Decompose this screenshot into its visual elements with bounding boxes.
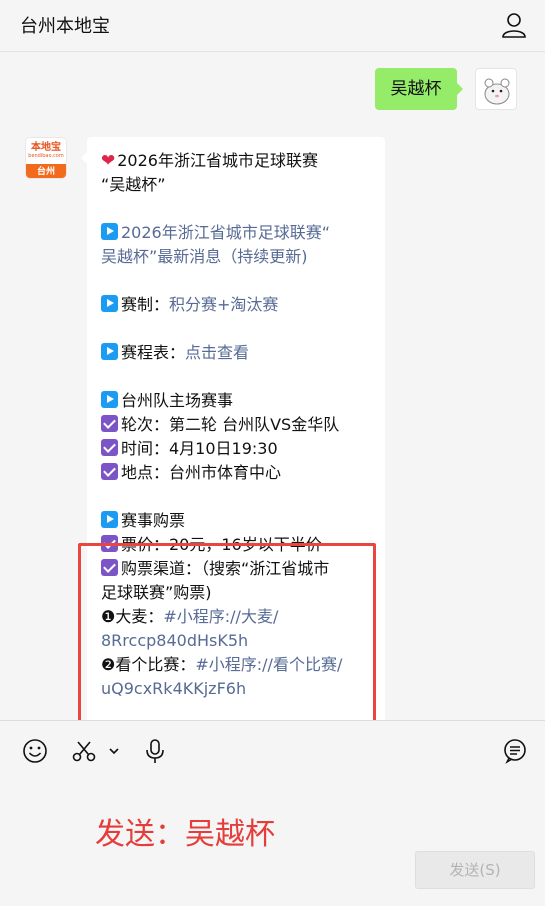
channel-row: 购票渠道：（搜索“浙江省城市 xyxy=(101,557,373,581)
chat-title: 台州本地宝 xyxy=(20,16,110,37)
home-match-title: 台州队主场赛事 xyxy=(101,389,373,413)
play-icon xyxy=(101,391,118,408)
format-row: 赛制：积分赛+淘汰赛 xyxy=(101,293,373,317)
bot-avatar-city: 台州 xyxy=(26,164,66,178)
bot-logo-subtext: bendibao.com xyxy=(28,153,64,159)
kgbs-link[interactable]: #小程序://看个比赛/ xyxy=(195,655,342,674)
message-title-line2: “吴越杯” xyxy=(101,175,166,194)
time-row: 时间：4月10日19:30 xyxy=(101,437,373,461)
ticket-title: 赛事购票 xyxy=(101,509,373,533)
check-icon xyxy=(101,439,118,456)
user-message-bubble[interactable]: 吴越杯 xyxy=(375,68,463,110)
check-icon xyxy=(101,535,118,552)
check-icon xyxy=(101,463,118,480)
message-title: ❤ 2026年浙江省城市足球联赛 xyxy=(101,151,318,171)
user-avatar[interactable] xyxy=(475,68,517,110)
check-icon xyxy=(101,415,118,432)
play-icon xyxy=(101,511,118,528)
format-link[interactable]: 积分赛+淘汰赛 xyxy=(169,295,278,314)
hamster-avatar-icon xyxy=(484,78,510,105)
bot-avatar[interactable]: 本地宝 bendibao.com 台州 xyxy=(25,137,67,179)
play-icon xyxy=(101,223,118,240)
input-panel: 发送：吴越杯 发送(S) xyxy=(0,720,545,906)
schedule-link[interactable]: 点击查看 xyxy=(185,343,249,362)
chat-header: 台州本地宝 xyxy=(0,0,545,52)
scissors-icon[interactable] xyxy=(70,737,98,765)
chat-history-icon[interactable] xyxy=(501,737,529,765)
venue-row: 地点：台州市体育中心 xyxy=(101,461,373,485)
damai-row: ❶大麦：#小程序://大麦/ xyxy=(101,607,279,626)
news-link-line2[interactable]: 吴越杯”最新消息（持续更新) xyxy=(101,245,373,269)
play-icon xyxy=(101,295,118,312)
emoji-icon[interactable] xyxy=(21,737,49,765)
profile-icon[interactable] xyxy=(499,10,529,40)
price-row: 票价：20元，16岁以下半价 xyxy=(101,533,373,557)
damai-link-line2[interactable]: 8Rrccp840dHsK5h xyxy=(101,629,373,653)
kgbs-link-line2[interactable]: uQ9cxRk4KKjzF6h xyxy=(101,677,373,701)
check-icon xyxy=(101,559,118,576)
send-button[interactable]: 发送(S) xyxy=(415,851,535,889)
schedule-row: 赛程表：点击查看 xyxy=(101,341,373,365)
message-input[interactable]: 发送：吴越杯 xyxy=(95,809,275,853)
chat-area[interactable]: 吴越杯 本地宝 bendibao.com 台州 ❤ 2026年浙江省城市足球联赛 … xyxy=(0,53,545,720)
round-row: 轮次：第二轮 台州队VS金华队 xyxy=(101,413,373,437)
heart-icon: ❤ xyxy=(101,151,116,171)
microphone-icon[interactable] xyxy=(141,737,169,765)
bot-message-bubble: ❤ 2026年浙江省城市足球联赛 “吴越杯” 2026年浙江省城市足球联赛“ 吴越… xyxy=(81,137,385,720)
bot-logo-text: 本地宝 xyxy=(31,142,61,153)
kgbs-row: ❷看个比赛：#小程序://看个比赛/ xyxy=(101,655,343,674)
channel-row-line2: 足球联赛”购票) xyxy=(101,583,212,602)
news-link-line1[interactable]: 2026年浙江省城市足球联赛“ xyxy=(101,221,373,245)
damai-link[interactable]: #小程序://大麦/ xyxy=(163,607,278,626)
chevron-down-icon[interactable] xyxy=(104,737,124,765)
play-icon xyxy=(101,343,118,360)
